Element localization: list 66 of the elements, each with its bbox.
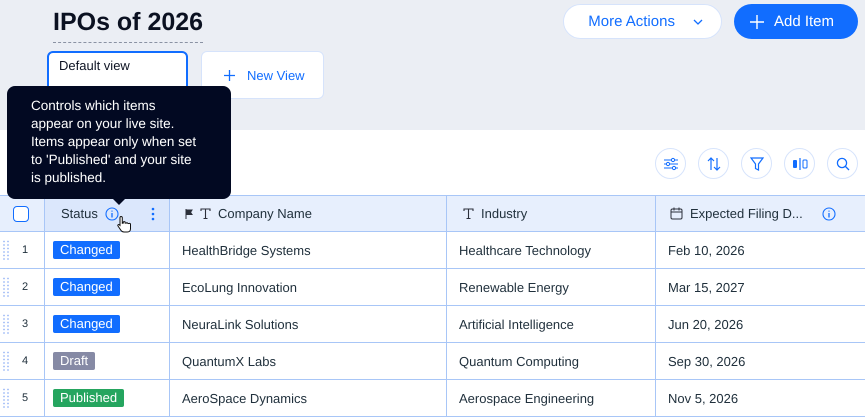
table-cell: Nov 5, 2026 (656, 380, 865, 417)
header-label: Industry (481, 206, 528, 221)
row-number: 2 (22, 281, 28, 293)
hand-cursor-icon (117, 215, 132, 233)
table-cell: Sep 30, 2026 (656, 343, 865, 380)
more-icon[interactable] (151, 206, 155, 220)
search-button[interactable] (827, 148, 858, 179)
more-actions-button[interactable]: More Actions (563, 4, 722, 39)
column-header[interactable]: Company Name (170, 196, 447, 232)
sliders-icon (662, 156, 678, 170)
status-badge: Changed (53, 241, 120, 259)
table-cell: Quantum Computing (447, 343, 656, 380)
sort-button[interactable] (698, 148, 729, 179)
filter-icon (750, 156, 764, 170)
select-all-checkbox[interactable] (13, 206, 29, 222)
tooltip: Controls which items appear on your live site. Items appear only when set to 'Published' and your site is published. (7, 86, 231, 199)
row-number: 4 (22, 355, 28, 367)
chevron-down-icon (692, 18, 703, 24)
column-header[interactable]: Industry (447, 196, 656, 232)
calendar-icon (670, 207, 683, 220)
table-cell: Healthcare Technology (447, 232, 656, 269)
header-label: Expected Filing D... (690, 206, 803, 221)
drag-handle-icon[interactable] (3, 314, 9, 334)
table-cell: HealthBridge Systems (170, 232, 447, 269)
table-cell: Renewable Energy (447, 269, 656, 306)
status-badge: Published (53, 389, 124, 407)
tooltip-arrow (113, 199, 125, 205)
table-cell: AeroSpace Dynamics (170, 380, 447, 417)
table-cell: Aerospace Engineering (447, 380, 656, 417)
status-badge: Changed (53, 315, 120, 333)
page-title: IPOs of 2026 (53, 6, 204, 43)
status-badge: Draft (53, 352, 96, 370)
info-icon[interactable] (822, 206, 836, 220)
header-label: Company Name (218, 206, 312, 221)
table-cell: QuantumX Labs (170, 343, 447, 380)
table-cell: NeuraLink Solutions (170, 306, 447, 343)
info-icon[interactable] (104, 206, 119, 220)
filter-button[interactable] (741, 148, 772, 179)
table-cell: Mar 15, 2027 (656, 269, 865, 306)
row-number: 5 (22, 392, 28, 404)
drag-handle-icon[interactable] (3, 277, 9, 297)
row-number: 3 (22, 318, 28, 330)
sort-icon (706, 156, 720, 170)
table-cell: Feb 10, 2026 (656, 232, 865, 269)
new-view-button[interactable]: New View (201, 51, 324, 99)
flag-icon (185, 208, 193, 218)
plus-icon (750, 14, 764, 28)
table-cell: Artificial Intelligence (447, 306, 656, 343)
status-badge: Changed (53, 278, 120, 296)
column-header[interactable]: Status (45, 196, 170, 232)
table-cell: EcoLung Innovation (170, 269, 447, 306)
columns-icon (792, 156, 808, 170)
text-type-icon (200, 208, 211, 219)
search-icon (836, 156, 850, 170)
plus-icon (224, 70, 235, 80)
column-header[interactable]: Expected Filing D... (656, 196, 865, 232)
drag-handle-icon[interactable] (3, 388, 9, 408)
drag-handle-icon[interactable] (3, 351, 9, 371)
drag-handle-icon[interactable] (3, 240, 9, 260)
header-label: Status (61, 206, 98, 221)
table-cell: Jun 20, 2026 (656, 306, 865, 343)
columns-button[interactable] (784, 148, 815, 179)
settings-button[interactable] (655, 148, 686, 179)
row-number: 1 (22, 244, 28, 256)
text-type-icon (463, 208, 474, 219)
add-item-button[interactable]: Add Item (734, 4, 858, 39)
